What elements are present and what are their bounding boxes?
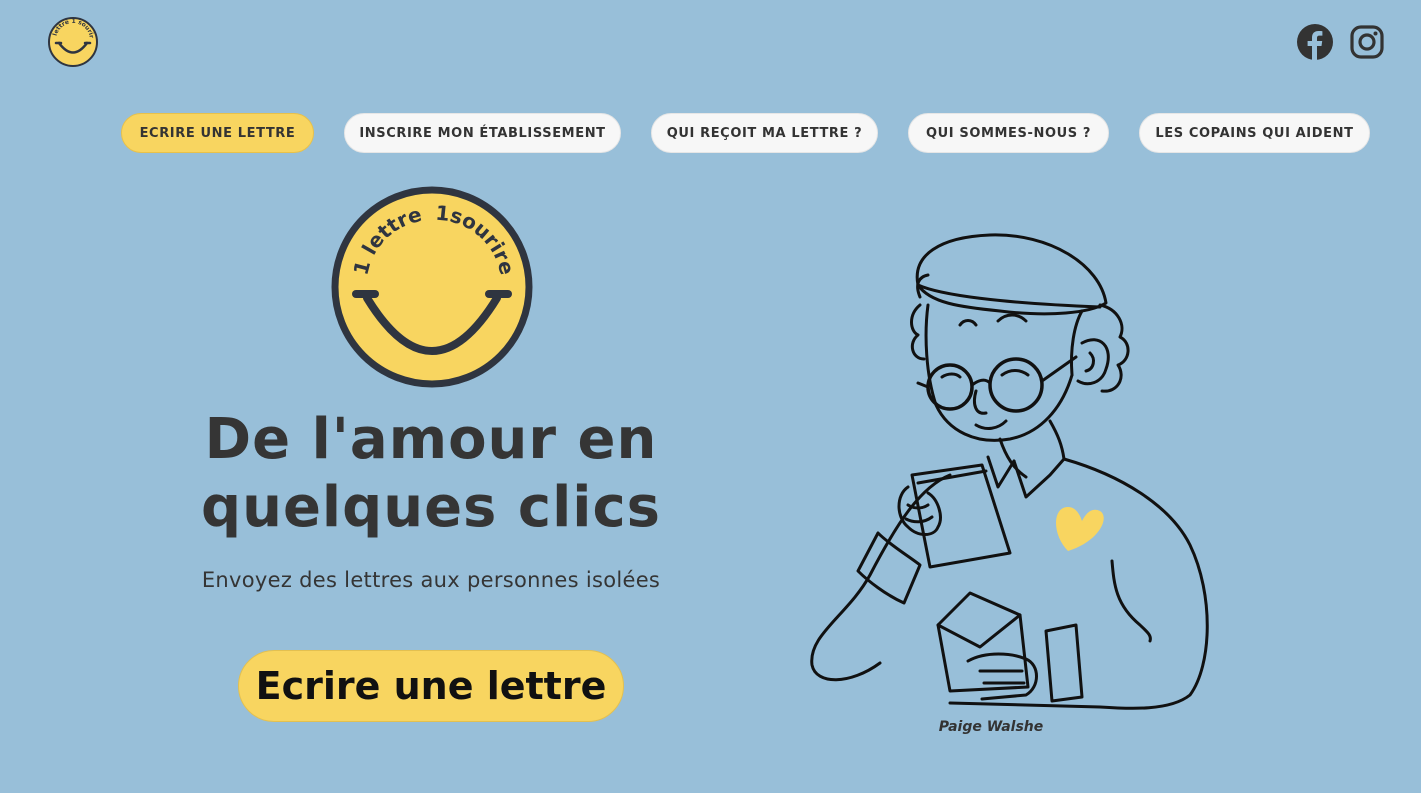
elderly-man-reading-letter-illustration: [810, 233, 1209, 710]
facebook-icon[interactable]: [1297, 24, 1333, 60]
nav-ecrire-une-lettre[interactable]: ECRIRE UNE LETTRE: [121, 113, 314, 153]
headline-line-1: De l'amour en: [204, 407, 658, 472]
nav-qui-sommes-nous[interactable]: QUI SOMMES-NOUS ?: [908, 113, 1109, 153]
headline-line-2: quelques clics: [200, 475, 661, 540]
nav-qui-recoit[interactable]: QUI REÇOIT MA LETTRE ?: [651, 113, 878, 153]
nav-label: LES COPAINS QUI AIDENT: [1155, 125, 1354, 141]
nav-label: QUI REÇOIT MA LETTRE ?: [666, 125, 863, 141]
nav-label: ECRIRE UNE LETTRE: [139, 125, 296, 141]
ecrire-une-lettre-button[interactable]: Ecrire une lettre: [238, 650, 624, 722]
nav-les-copains[interactable]: LES COPAINS QUI AIDENT: [1139, 113, 1370, 153]
hero-headline: De l'amour en quelques clics: [150, 406, 712, 542]
site-logo[interactable]: 1 lettre 1 sourire: [47, 16, 99, 68]
instagram-icon[interactable]: [1349, 24, 1385, 60]
illustration-credit: Paige Walshe: [938, 719, 1044, 735]
nav-label: INSCRIRE MON ÉTABLISSEMENT: [359, 125, 606, 141]
cta-label: Ecrire une lettre: [255, 664, 607, 708]
page: 1 lettre 1 sourire ECRIRE UNE LETTRE INS…: [0, 0, 1421, 793]
nav-label: QUI SOMMES-NOUS ?: [925, 125, 1091, 141]
hero-logo: 1 lettre 1sourire: [331, 186, 533, 388]
hero-subline: Envoyez des lettres aux personnes isolée…: [201, 568, 661, 592]
nav-inscrire-etablissement[interactable]: INSCRIRE MON ÉTABLISSEMENT: [344, 113, 621, 153]
